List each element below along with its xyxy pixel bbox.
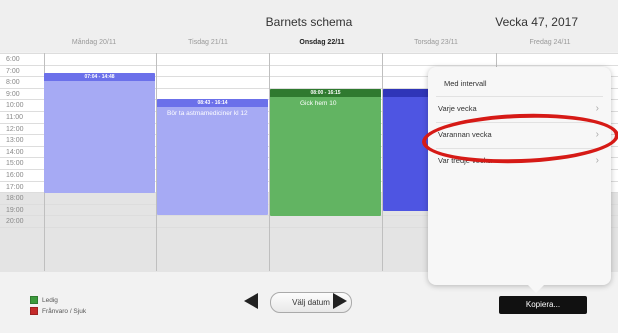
event-time-bar: [383, 89, 433, 97]
event-monday[interactable]: 07:04 - 14:48: [44, 73, 155, 193]
event-thursday[interactable]: [383, 89, 433, 211]
copy-button[interactable]: Kopiera...: [499, 296, 587, 314]
day-header-monday[interactable]: Måndag 20/11: [37, 39, 151, 53]
day-header-wednesday[interactable]: Onsdag 22/11: [265, 39, 379, 53]
legend: Ledig Frånvaro / Sjuk: [30, 296, 86, 318]
event-note: Bör ta astmamediciner kl 12: [167, 110, 248, 117]
event-time: 08:00 - 16:15: [270, 89, 381, 97]
legend-swatch: [30, 296, 38, 304]
day-headers: Måndag 20/11 Tisdag 21/11 Onsdag 22/11 T…: [37, 39, 607, 53]
previous-week-icon[interactable]: [244, 293, 258, 309]
legend-swatch: [30, 307, 38, 315]
app-frame: Barnets schema Vecka 47, 2017 Måndag 20/…: [0, 0, 618, 333]
day-header-tuesday[interactable]: Tisdag 21/11: [151, 39, 265, 53]
legend-label: Ledig: [42, 296, 58, 304]
event-time: 08:43 - 16:14: [157, 99, 268, 107]
legend-label: Frånvaro / Sjuk: [42, 307, 87, 315]
chevron-right-icon: ›: [595, 155, 599, 166]
week-label: Vecka 47, 2017: [495, 15, 578, 29]
event-wednesday[interactable]: 08:00 - 16:15 Gick hem 10: [270, 89, 381, 216]
legend-item: Frånvaro / Sjuk: [30, 307, 86, 315]
header: Barnets schema Vecka 47, 2017 Måndag 20/…: [0, 0, 618, 52]
interval-popover: Med intervall Varje vecka › Varannan vec…: [428, 67, 611, 293]
next-week-icon[interactable]: [333, 293, 347, 309]
option-label: Varje vecka: [438, 104, 477, 113]
event-tuesday[interactable]: 08:43 - 16:14 Bör ta astmamediciner kl 1…: [157, 99, 268, 215]
event-time: 07:04 - 14:48: [44, 73, 155, 81]
event-note: Gick hem 10: [300, 100, 337, 107]
day-header-thursday[interactable]: Torsdag 23/11: [379, 39, 493, 53]
popover-title: Med intervall: [444, 79, 487, 88]
day-header-friday[interactable]: Fredag 24/11: [493, 39, 607, 53]
chevron-right-icon: ›: [595, 103, 599, 114]
legend-item: Ledig: [30, 296, 86, 304]
